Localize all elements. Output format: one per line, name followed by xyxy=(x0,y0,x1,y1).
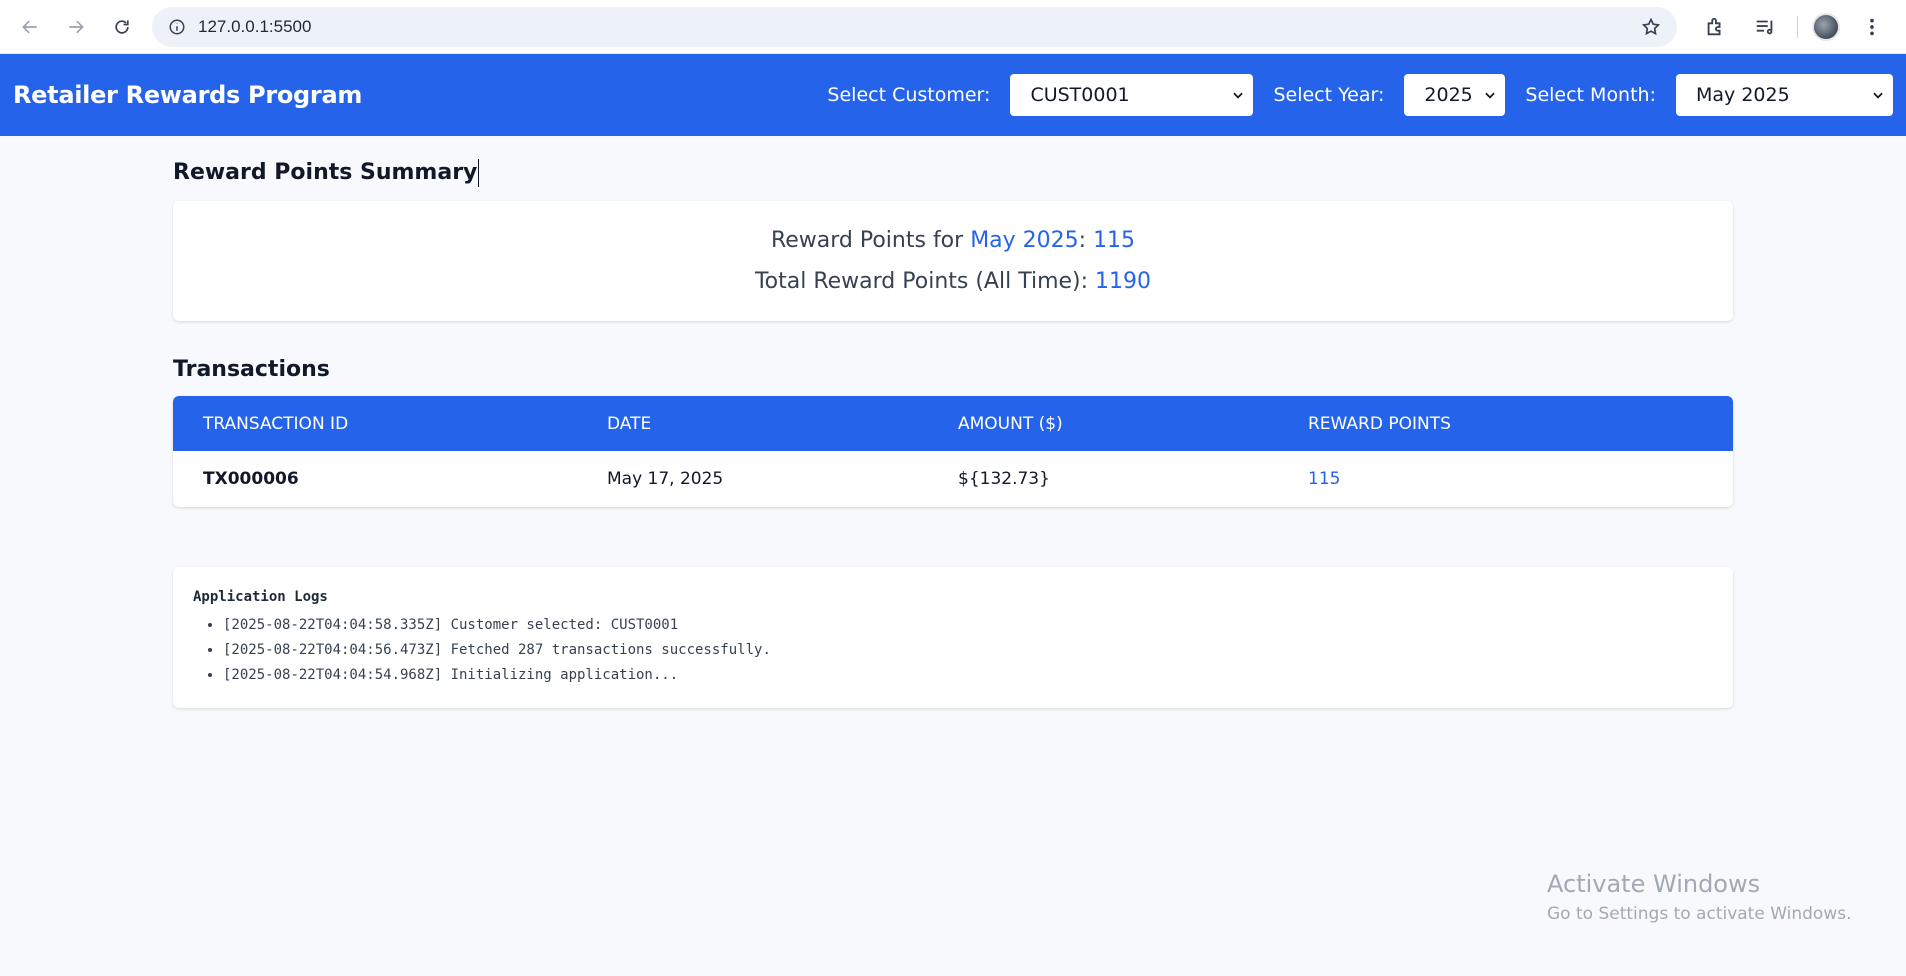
customer-label: Select Customer: xyxy=(827,84,991,106)
logs-list: [2025-08-22T04:04:58.335Z] Customer sele… xyxy=(193,613,1713,688)
reload-icon xyxy=(115,19,129,34)
logs-title: Application Logs xyxy=(193,589,328,605)
cell-date: May 17, 2025 xyxy=(607,469,724,489)
text-cursor xyxy=(478,159,480,187)
log-entry: [2025-08-22T04:04:58.335Z] Customer sele… xyxy=(223,613,1713,638)
customer-filter: Select Customer: CUST0001 xyxy=(827,74,1254,116)
activation-watermark: Activate Windows Go to Settings to activ… xyxy=(1547,870,1852,924)
transactions-heading: Transactions xyxy=(173,357,330,382)
monthly-points-prefix: Reward Points for xyxy=(770,228,971,253)
cell-amount: ${132.73} xyxy=(958,469,1050,489)
arrow-right-icon xyxy=(69,20,84,33)
cell-reward-points: 115 xyxy=(1308,469,1341,489)
summary-card: Reward Points for May 2025: 115 Total Re… xyxy=(173,201,1733,321)
chevron-down-icon xyxy=(1233,92,1244,99)
arrow-left-icon xyxy=(22,20,37,33)
cell-transaction-id: TX000006 xyxy=(203,469,299,489)
table-row: TX000006 May 17, 2025 ${132.73} 115 xyxy=(173,451,1733,507)
browser-toolbar: 127.0.0.1:5500 xyxy=(0,0,1906,54)
log-entry: [2025-08-22T04:04:54.968Z] Initializing … xyxy=(223,663,1713,688)
transactions-table: Transaction ID Date Amount ($) Reward Po… xyxy=(173,396,1733,507)
bookmark-star-icon[interactable] xyxy=(1639,15,1663,39)
site-info-icon[interactable] xyxy=(166,16,188,38)
log-entry: [2025-08-22T04:04:56.473Z] Fetched 287 t… xyxy=(223,638,1713,663)
monthly-points-value: 115 xyxy=(1093,228,1136,253)
summary-heading: Reward Points Summary xyxy=(173,159,1733,187)
summary-heading-text: Reward Points Summary xyxy=(173,160,478,185)
profile-avatar[interactable] xyxy=(1812,12,1840,41)
month-label: Select Month: xyxy=(1525,84,1656,106)
logs-panel: Application Logs [2025-08-22T04:04:58.33… xyxy=(173,567,1733,708)
column-header-date: Date xyxy=(607,413,652,434)
monthly-points-separator: : xyxy=(1078,228,1094,253)
media-controls-icon[interactable] xyxy=(1747,9,1783,45)
column-header-amount: Amount ($) xyxy=(958,413,1063,434)
year-select[interactable]: 2025 xyxy=(1404,74,1506,116)
year-select-value: 2025 xyxy=(1424,84,1473,106)
monthly-points-month: May 2025 xyxy=(970,228,1079,253)
total-points-value: 1190 xyxy=(1095,269,1152,294)
back-button[interactable] xyxy=(10,7,50,47)
watermark-subtitle: Go to Settings to activate Windows. xyxy=(1547,904,1852,924)
column-header-reward-points: Reward Points xyxy=(1308,413,1451,434)
total-points-line: Total Reward Points (All Time): 1190 xyxy=(755,269,1151,294)
month-filter: Select Month: May 2025 xyxy=(1525,74,1893,116)
customer-select[interactable]: CUST0001 xyxy=(1010,74,1254,116)
forward-button[interactable] xyxy=(56,7,96,47)
watermark-title: Activate Windows xyxy=(1547,870,1761,898)
main-content: Reward Points Summary Reward Points for … xyxy=(173,137,1733,708)
browser-actions xyxy=(1697,9,1896,45)
customer-select-value: CUST0001 xyxy=(1030,84,1130,106)
year-filter: Select Year: 2025 xyxy=(1273,74,1506,116)
address-bar[interactable]: 127.0.0.1:5500 xyxy=(152,6,1677,47)
chevron-down-icon xyxy=(1873,92,1883,99)
column-header-transaction-id: Transaction ID xyxy=(203,413,349,434)
app-header: Retailer Rewards Program Select Customer… xyxy=(0,54,1906,136)
year-label: Select Year: xyxy=(1273,84,1385,106)
total-points-prefix: Total Reward Points (All Time): xyxy=(754,269,1096,294)
chevron-down-icon xyxy=(1485,92,1496,99)
month-select[interactable]: May 2025 xyxy=(1676,74,1893,116)
reload-button[interactable] xyxy=(102,7,142,47)
url-text[interactable]: 127.0.0.1:5500 xyxy=(198,17,1639,37)
app-title: Retailer Rewards Program xyxy=(13,81,363,109)
monthly-points-line: Reward Points for May 2025: 115 xyxy=(771,228,1135,253)
month-select-value: May 2025 xyxy=(1696,84,1790,106)
toolbar-divider xyxy=(1797,15,1798,38)
menu-kebab-icon[interactable] xyxy=(1854,9,1890,45)
extensions-icon[interactable] xyxy=(1697,9,1733,45)
table-header-row: Transaction ID Date Amount ($) Reward Po… xyxy=(173,396,1733,451)
